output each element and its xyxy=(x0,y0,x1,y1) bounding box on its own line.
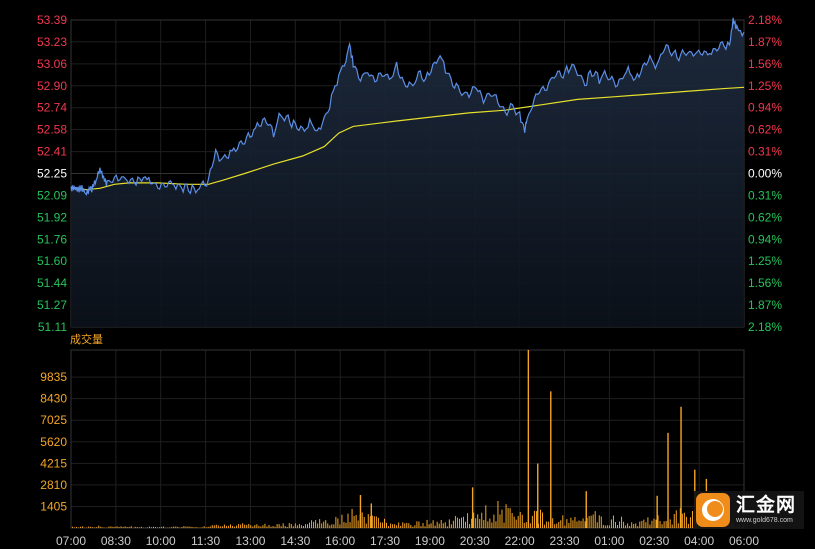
time-tick-label: 17:30 xyxy=(370,534,400,548)
time-tick-label: 07:00 xyxy=(56,534,86,548)
percent-tick-label: 0.00% xyxy=(748,167,782,181)
site-logo[interactable]: 汇金网 www.gold678.com xyxy=(694,491,804,529)
time-tick-label: 06:00 xyxy=(729,534,759,548)
price-tick-label: 52.58 xyxy=(37,123,67,137)
volume-tick-label: 1405 xyxy=(40,499,67,513)
price-tick-label: 51.27 xyxy=(37,298,67,312)
price-tick-label: 51.11 xyxy=(38,320,67,334)
percent-tick-label: 0.31% xyxy=(748,188,782,202)
price-tick-label: 53.23 xyxy=(37,35,67,49)
logo-name: 汇金网 xyxy=(736,494,797,516)
logo-icon xyxy=(696,493,730,527)
price-tick-label: 53.39 xyxy=(37,13,67,27)
time-tick-label: 16:00 xyxy=(325,534,355,548)
time-tick-label: 23:30 xyxy=(550,534,580,548)
percent-tick-label: 0.31% xyxy=(748,145,782,159)
price-tick-label: 51.76 xyxy=(37,232,67,246)
percent-tick-label: 0.62% xyxy=(748,123,782,137)
percent-tick-label: 1.25% xyxy=(748,254,782,268)
volume-tick-label: 8430 xyxy=(40,392,67,406)
price-volume-chart: 53.39 2.18% 53.23 1.87% 53.06 1.56% 52.90 1.25%… xyxy=(37,13,782,548)
volume-tick-label: 5620 xyxy=(40,435,67,449)
volume-tick-label: 7025 xyxy=(40,413,67,427)
percent-tick-label: 2.18% xyxy=(748,320,782,334)
price-tick-label: 52.25 xyxy=(37,167,67,181)
percent-tick-label: 2.18% xyxy=(748,13,782,27)
percent-tick-label: 0.94% xyxy=(748,101,782,115)
time-tick-label: 10:00 xyxy=(146,534,176,548)
price-tick-label: 51.44 xyxy=(37,276,67,290)
percent-tick-label: 0.62% xyxy=(748,210,782,224)
volume-tick-label: 4215 xyxy=(40,456,67,470)
percent-tick-label: 0.94% xyxy=(748,232,782,246)
time-tick-label: 19:00 xyxy=(415,534,445,548)
price-tick-label: 53.06 xyxy=(37,57,67,71)
price-tick-label: 52.09 xyxy=(37,188,67,202)
percent-tick-label: 1.25% xyxy=(748,79,782,93)
time-tick-label: 14:30 xyxy=(280,534,310,548)
price-tick-label: 52.90 xyxy=(37,79,67,93)
price-tick-label: 51.92 xyxy=(37,210,67,224)
percent-tick-label: 1.56% xyxy=(748,276,782,290)
volume-title: 成交量 xyxy=(70,332,103,346)
time-tick-label: 02:30 xyxy=(639,534,669,548)
volume-tick-label: 2810 xyxy=(40,478,67,492)
percent-tick-label: 1.87% xyxy=(748,35,782,49)
time-tick-label: 13:00 xyxy=(235,534,265,548)
time-tick-label: 22:00 xyxy=(505,534,535,548)
time-tick-label: 04:00 xyxy=(684,534,714,548)
time-tick-label: 20:30 xyxy=(460,534,490,548)
price-tick-label: 52.74 xyxy=(37,101,67,115)
percent-tick-label: 1.87% xyxy=(748,298,782,312)
time-tick-label: 01:00 xyxy=(594,534,624,548)
price-tick-label: 52.41 xyxy=(37,145,67,159)
percent-tick-label: 1.56% xyxy=(748,57,782,71)
time-tick-label: 08:30 xyxy=(101,534,131,548)
time-tick-label: 11:30 xyxy=(191,534,220,548)
price-tick-label: 51.60 xyxy=(37,254,67,268)
logo-url: www.gold678.com xyxy=(736,516,793,524)
volume-tick-label: 9835 xyxy=(40,370,67,384)
